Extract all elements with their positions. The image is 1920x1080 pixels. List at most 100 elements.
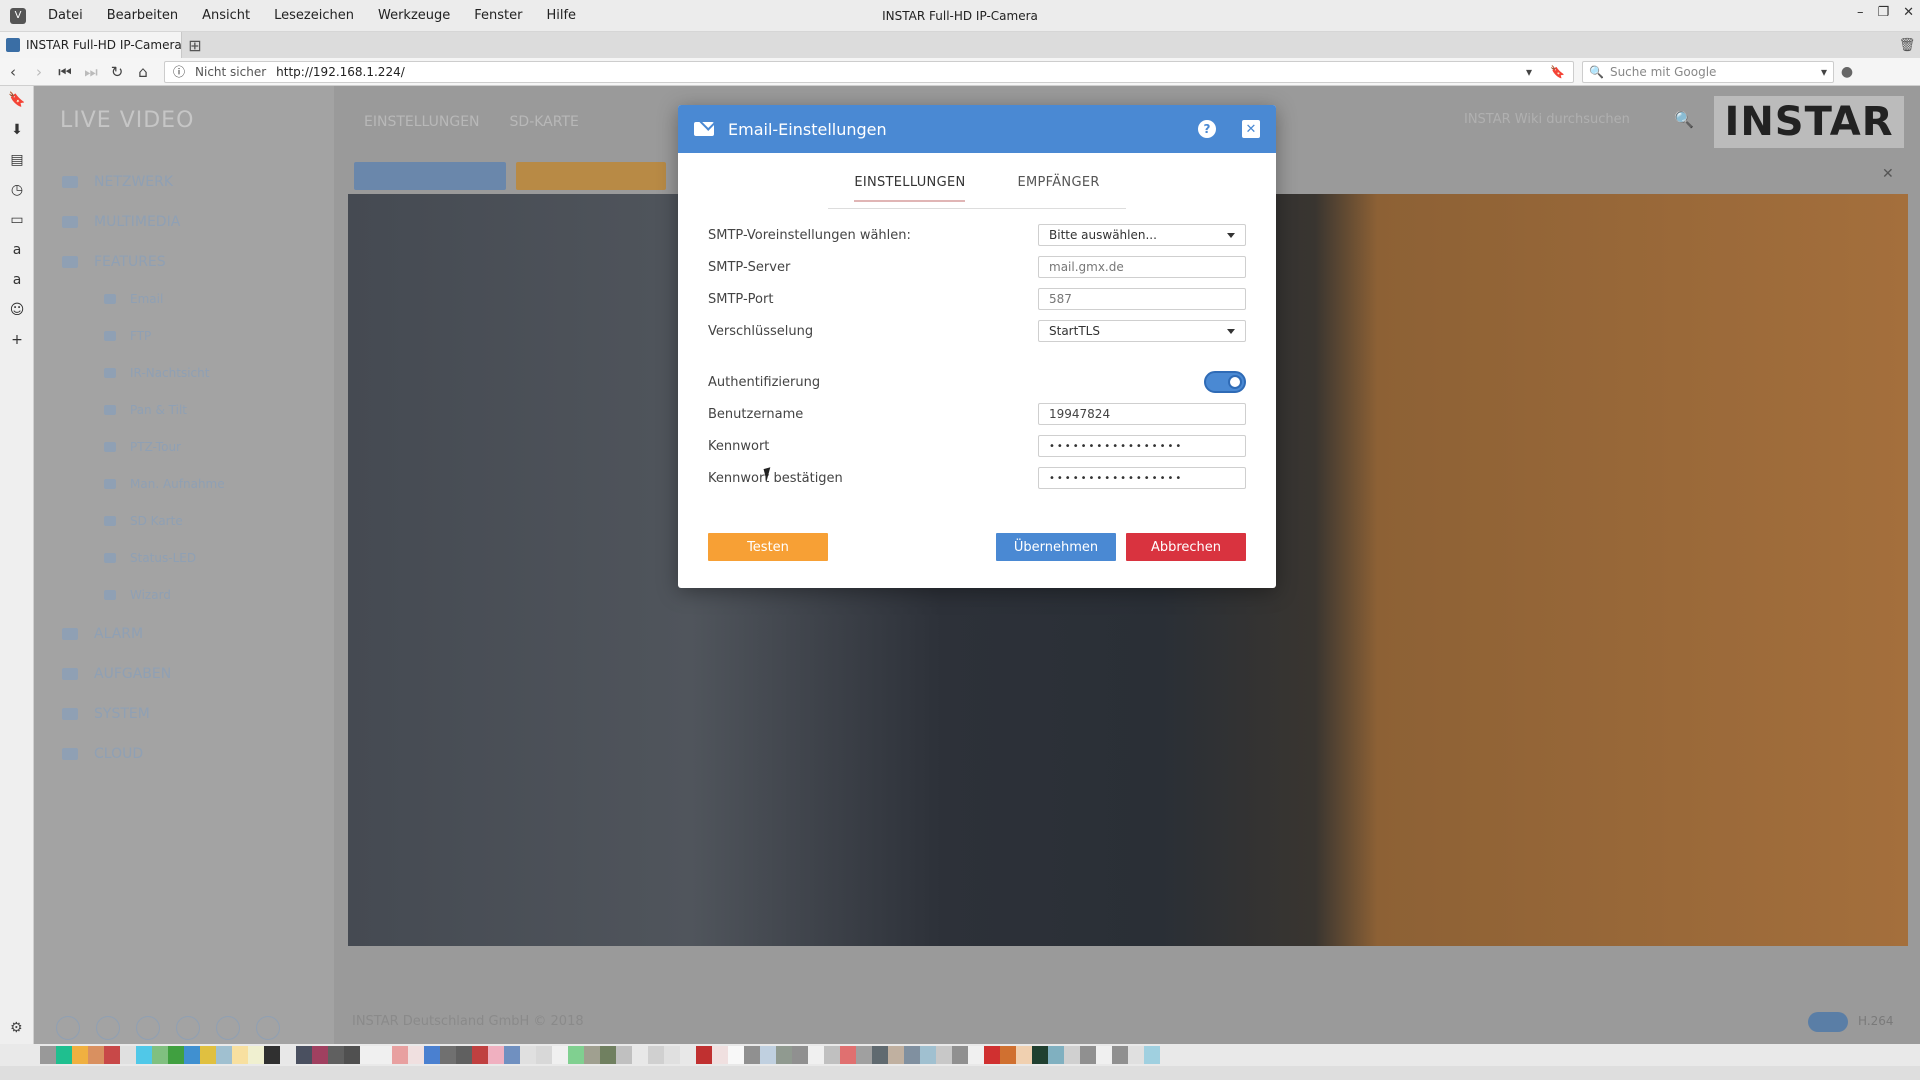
url-text[interactable]: http://192.168.1.224/	[276, 65, 405, 79]
minimize-icon[interactable]: –	[1857, 5, 1864, 20]
menu-fenster[interactable]: Fenster	[462, 8, 534, 23]
caret-down-icon	[1227, 232, 1235, 238]
facebook-icon[interactable]	[216, 1016, 240, 1040]
notes-icon[interactable]: ▤	[0, 152, 34, 168]
bookmark-icon[interactable]: 🔖	[1550, 65, 1565, 79]
live-video-logo[interactable]: LIVE VIDEO	[60, 108, 194, 133]
maximize-icon[interactable]: ❐	[1877, 5, 1889, 20]
smtp-server-input[interactable]: mail.gmx.de	[1038, 256, 1246, 278]
tab-empfaenger[interactable]: EMPFÄNGER	[1017, 175, 1099, 200]
smtp-port-input[interactable]: 587	[1038, 288, 1246, 310]
address-bar[interactable]: ⓘ Nicht sicher http://192.168.1.224/ ▾ 🔖	[164, 60, 1574, 83]
nav-cloud[interactable]: CLOUD	[62, 746, 143, 762]
topnav-einstellungen[interactable]: EINSTELLUNGEN	[364, 114, 480, 130]
search-engine-icon[interactable]: 🔍	[1589, 65, 1604, 79]
help-icon[interactable]: ?	[1198, 120, 1216, 138]
subnav-ptz-tour[interactable]: PTZ-Tour	[104, 440, 181, 454]
close-icon[interactable]: ✕	[1242, 120, 1260, 138]
nav-features[interactable]: FEATURES	[62, 254, 166, 270]
amazon-2-icon[interactable]: a	[0, 272, 34, 288]
social-icon-2[interactable]	[96, 1016, 120, 1040]
password-confirm-label: Kennwort bestätigen	[708, 470, 843, 486]
tab-bar: INSTAR Full-HD IP-Camera ⊞ 🗑	[0, 32, 1920, 58]
nav-multimedia[interactable]: MULTIMEDIA	[62, 214, 180, 230]
security-icon[interactable]: ⓘ	[173, 63, 185, 80]
subnav-ir[interactable]: IR-Nachtsicht	[104, 366, 209, 380]
add-panel-icon[interactable]: +	[0, 332, 34, 348]
url-dropdown-icon[interactable]: ▾	[1526, 65, 1532, 79]
subnav-ftp[interactable]: FTP	[104, 329, 151, 343]
smtp-port-label: SMTP-Port	[708, 291, 774, 307]
nav-netzwerk[interactable]: NETZWERK	[62, 174, 173, 190]
search-icon[interactable]: 🔍	[1674, 110, 1694, 129]
menu-datei[interactable]: Datei	[36, 8, 95, 23]
username-input[interactable]: 19947824	[1038, 403, 1246, 425]
home-icon[interactable]: ⌂	[130, 63, 156, 81]
security-label[interactable]: Nicht sicher	[195, 65, 266, 79]
nav-alarm[interactable]: ALARM	[62, 626, 143, 642]
navigation-bar: ‹ › ⏮ ⏭ ↻ ⌂ ⓘ Nicht sicher http://192.16…	[0, 58, 1920, 86]
google-plus-icon[interactable]	[256, 1016, 280, 1040]
panel-icon[interactable]: ▭	[0, 212, 34, 228]
tab-einstellungen[interactable]: EINSTELLUNGEN	[854, 175, 966, 202]
subnav-pan-tilt[interactable]: Pan & Tilt	[104, 403, 187, 417]
test-button[interactable]: Testen	[708, 533, 828, 561]
password-confirm-input[interactable]: •••••••••••••••••	[1038, 467, 1246, 489]
social-icon-3[interactable]	[136, 1016, 160, 1040]
preset-buttons[interactable]	[516, 162, 666, 190]
subnav-sd-karte[interactable]: SD Karte	[104, 514, 183, 528]
forward-icon[interactable]: ›	[26, 63, 52, 81]
subnav-email[interactable]: Email	[104, 292, 163, 306]
smtp-preset-select[interactable]: Bitte auswählen...	[1038, 224, 1246, 246]
password-input[interactable]: •••••••••••••••••	[1038, 435, 1246, 457]
search-dropdown-icon[interactable]: ▾	[1821, 65, 1827, 79]
twitter-icon[interactable]	[176, 1016, 200, 1040]
apply-button[interactable]: Übernehmen	[996, 533, 1116, 561]
history-icon[interactable]: ◷	[0, 182, 34, 198]
bookmarks-icon[interactable]: 🔖	[0, 92, 34, 108]
rewind-icon[interactable]: ⏮	[52, 63, 78, 81]
trash-icon[interactable]: 🗑	[1894, 32, 1920, 58]
close-window-icon[interactable]: ✕	[1903, 5, 1914, 20]
topnav-sd-karte[interactable]: SD-KARTE	[510, 114, 579, 130]
wiki-search[interactable]: INSTAR Wiki durchsuchen	[1464, 112, 1630, 127]
subnav-wizard[interactable]: Wizard	[104, 588, 171, 602]
fast-forward-icon[interactable]: ⏭	[78, 63, 104, 81]
encryption-select[interactable]: StartTLS	[1038, 320, 1246, 342]
back-icon[interactable]: ‹	[0, 63, 26, 81]
menu-hilfe[interactable]: Hilfe	[534, 8, 588, 23]
row-smtp-server: SMTP-Server mail.gmx.de	[708, 255, 1246, 279]
nav-system[interactable]: SYSTEM	[62, 706, 150, 722]
reddit-icon[interactable]: ☺	[0, 302, 34, 318]
close-video-icon[interactable]: ✕	[1882, 166, 1894, 182]
subnav-status-led[interactable]: Status-LED	[104, 551, 196, 565]
envelope-icon	[694, 122, 714, 136]
codec-toggle[interactable]	[1808, 1012, 1848, 1032]
menu-bearbeiten[interactable]: Bearbeiten	[95, 8, 190, 23]
row-smtp-preset: SMTP-Voreinstellungen wählen: Bitte ausw…	[708, 223, 1246, 247]
extension-icon[interactable]: ●	[1834, 64, 1860, 80]
status-bar	[0, 1066, 1920, 1080]
menu-ansicht[interactable]: Ansicht	[190, 8, 262, 23]
search-placeholder: Suche mit Google	[1609, 64, 1717, 79]
row-password-confirm: Kennwort bestätigen •••••••••••••••••	[708, 466, 1246, 490]
menu-werkzeuge[interactable]: Werkzeuge	[366, 8, 462, 23]
auth-toggle[interactable]	[1204, 371, 1246, 393]
new-tab-icon[interactable]: ⊞	[182, 32, 208, 58]
downloads-icon[interactable]: ⬇	[0, 122, 34, 138]
reload-icon[interactable]: ↻	[104, 63, 130, 81]
browser-tab[interactable]: INSTAR Full-HD IP-Camera	[0, 32, 182, 58]
search-input[interactable]: 🔍 Suche mit Google ▾	[1582, 60, 1834, 83]
browser-sidebar: 🔖 ⬇ ▤ ◷ ▭ a a ☺ +	[0, 86, 34, 1044]
subnav-man-aufnahme[interactable]: Man. Aufnahme	[104, 477, 225, 491]
amazon-icon[interactable]: a	[0, 242, 34, 258]
position-select[interactable]	[354, 162, 506, 190]
menu-lesezeichen[interactable]: Lesezeichen	[262, 8, 366, 23]
browser-app-icon[interactable]: V	[10, 7, 26, 24]
email-settings-dialog: Email-Einstellungen ? ✕ EINSTELLUNGEN EM…	[678, 105, 1276, 588]
gear-icon[interactable]: ⚙	[10, 1020, 23, 1036]
row-auth: Authentifizierung	[708, 370, 1246, 394]
nav-aufgaben[interactable]: AUFGABEN	[62, 666, 171, 682]
social-icon-1[interactable]	[56, 1016, 80, 1040]
cancel-button[interactable]: Abbrechen	[1126, 533, 1246, 561]
